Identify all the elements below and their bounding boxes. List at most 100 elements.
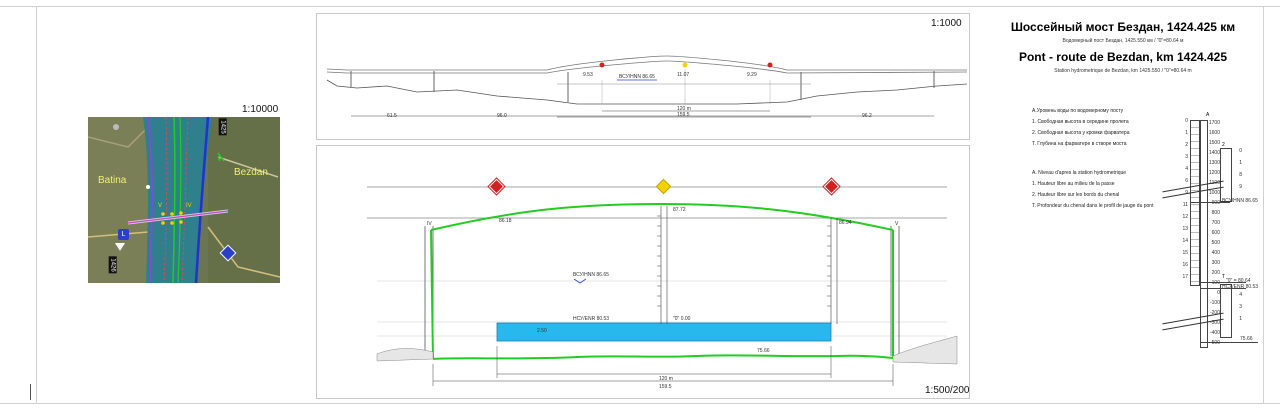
gauge-value: 1300 <box>1208 160 1220 166</box>
gauge-value: 1 <box>1185 130 1188 136</box>
gauge-value: 1600 <box>1208 130 1220 136</box>
gauge-value: 4 <box>1185 166 1188 172</box>
gauge-value: 0 <box>1217 290 1220 296</box>
map-scale: 1:10000 <box>242 104 279 115</box>
map-label-bezdan: Bezdan <box>234 167 268 178</box>
legend-ru-heading: А.Уровень воды по водомерному посту <box>1032 108 1124 114</box>
legend-ru-item-1: 1. Свободная высота в середине пролета <box>1032 119 1129 125</box>
legend-fr-item-1: 1. Hauteur libre au milieu de la passe <box>1032 181 1115 187</box>
zero-label: "0" 0.00 <box>673 316 691 322</box>
pier-left-label: IV <box>427 221 432 227</box>
lnn-label: НСУ/ENR 80.53 <box>573 316 610 322</box>
sheet-border-top <box>0 6 1280 7</box>
gauge-lnn-label: НСУ/ENR 80.53 <box>1222 284 1259 290</box>
map-imagery <box>88 117 280 283</box>
gauge-value: 15 <box>1182 250 1188 256</box>
gauge-value: 2 <box>1185 142 1188 148</box>
gauge-value: 0 <box>1239 148 1242 154</box>
legend-ru: А.Уровень воды по водомерному посту 1. С… <box>1032 108 1172 147</box>
gauge-value: 800 <box>1211 210 1220 216</box>
sheet-border-left <box>36 6 37 404</box>
gauge-value: 1400 <box>1208 150 1220 156</box>
segment-left: 61.5 <box>387 113 397 119</box>
direction-badge: L <box>118 229 129 240</box>
gauge-bed-line <box>1200 342 1258 343</box>
hnn-label: ВСУ/HNN 86.65 <box>573 272 609 278</box>
gauge-value: 400 <box>1211 250 1220 256</box>
gauge-value: -100 <box>1209 300 1220 306</box>
pier-label-iv: IV <box>186 203 192 209</box>
gauge-value: 1000 <box>1208 190 1220 196</box>
legend-fr-item-2: 2. Hauteur libre sur les bords du chenal <box>1032 192 1120 198</box>
elevation-panel: 1:1000 9.53 11.07 9.29 ВСУ/HNN 86.65 120… <box>316 13 970 140</box>
legend-ru-item-2: 2. Свободная высота у кромки фарватера <box>1032 130 1130 136</box>
gauge-scale-c <box>1220 148 1232 202</box>
gauge-scale-d <box>1220 284 1232 338</box>
gauge-value: 1 <box>1239 316 1242 322</box>
gauge-value: 3 <box>1239 304 1242 310</box>
elevation-span-outer: 159.5 <box>677 112 690 118</box>
location-map: Batina Bezdan 1425 1426 V IV L <box>88 117 280 283</box>
legend-ru-item-3: Т. Глубина на фарватере в створе моста <box>1032 141 1127 147</box>
gauge-value: 200 <box>1211 270 1220 276</box>
bed-label: 75.66 <box>757 348 770 354</box>
sheet-mark <box>30 384 31 400</box>
gauge-value: 500 <box>1211 240 1220 246</box>
gauge-value: 3 <box>1185 154 1188 160</box>
gauge-value: 0 <box>1185 118 1188 124</box>
gauge-col-2-label: 2 <box>1222 142 1225 148</box>
elevation-water-label: ВСУ/HNN 86.65 <box>619 74 655 80</box>
map-label-batina: Batina <box>98 175 127 186</box>
clearance-left-label: 9.53 <box>583 72 593 78</box>
gauge-value: 4 <box>1239 292 1242 298</box>
gauge-value: 12 <box>1182 214 1188 220</box>
gauge-value: 700 <box>1211 220 1220 226</box>
gauge-value: 900 <box>1211 200 1220 206</box>
subtitle-ru: Водомерный пост Бездан, 1425.550 км / "0… <box>1062 38 1184 44</box>
gauge-diagram: A 2 T ВСУ/HNN 86.65 "0" = 80.64 НСУ/ENR … <box>1162 112 1266 348</box>
gauge-hnn-label: ВСУ/HNN 86.65 <box>1222 198 1258 204</box>
right-clearance-label: 86.94 <box>839 220 852 226</box>
gauge-value: 14 <box>1182 238 1188 244</box>
detail-drawing <box>367 186 958 386</box>
gauge-value: 600 <box>1211 230 1220 236</box>
gauge-value: -200 <box>1209 310 1220 316</box>
clearance-right-label: 9.29 <box>747 72 757 78</box>
gauge-value: -400 <box>1209 330 1220 336</box>
segment-right: 96.2 <box>862 113 872 119</box>
clearance-mid-label: 11.07 <box>677 72 690 78</box>
gauge-value: 11 <box>1182 202 1188 208</box>
gauge-value: 9 <box>1239 184 1242 190</box>
mid-clearance-label: 87.72 <box>673 207 686 213</box>
gauge-value: -300 <box>1209 320 1220 326</box>
gauge-value: 1200 <box>1208 170 1220 176</box>
gauge-value: 1700 <box>1208 120 1220 126</box>
gauge-value: 17 <box>1182 274 1188 280</box>
gauge-value: 1500 <box>1208 140 1220 146</box>
km-marker-bottom: 1426 <box>108 256 117 274</box>
flow-arrow-icon <box>115 243 125 251</box>
gauge-value: 1100 <box>1209 180 1220 186</box>
gauge-tick-marks <box>657 215 831 307</box>
gauge-value: 13 <box>1182 226 1188 232</box>
gauge-value: 16 <box>1182 262 1188 268</box>
gauge-value: 1 <box>1239 160 1242 166</box>
detail-span-inner: 120 m <box>659 376 673 382</box>
title-fr: Pont - route de Bezdan, km 1424.425 <box>1018 50 1228 64</box>
pier-label-v: V <box>158 203 163 209</box>
gauge-value: 6 <box>1185 178 1188 184</box>
gauge-value: 100 <box>1211 280 1220 286</box>
title-block: Шоссейный мост Бездан, 1424.425 км Водом… <box>990 20 1256 74</box>
direction-badge-label: L <box>121 231 126 238</box>
segment-middle: 96.0 <box>497 113 507 119</box>
gauge-bed-label: 75.66 <box>1240 336 1253 342</box>
sheet-border-bottom <box>0 403 1280 404</box>
gauge-value: 8 <box>1239 172 1242 178</box>
gauge-value: 300 <box>1211 260 1220 266</box>
depth-label: 2.50 <box>537 328 547 334</box>
title-ru: Шоссейный мост Бездан, 1424.425 км <box>1010 20 1236 34</box>
legend-fr-item-3: T. Profondeur du chenal dans le profil d… <box>1032 203 1154 209</box>
left-clearance-label: 86.18 <box>499 218 512 224</box>
subtitle-fr: Station hydrometrique de Bezdan, km 1425… <box>1054 68 1192 74</box>
gauge-col-a-label: A <box>1206 112 1210 118</box>
